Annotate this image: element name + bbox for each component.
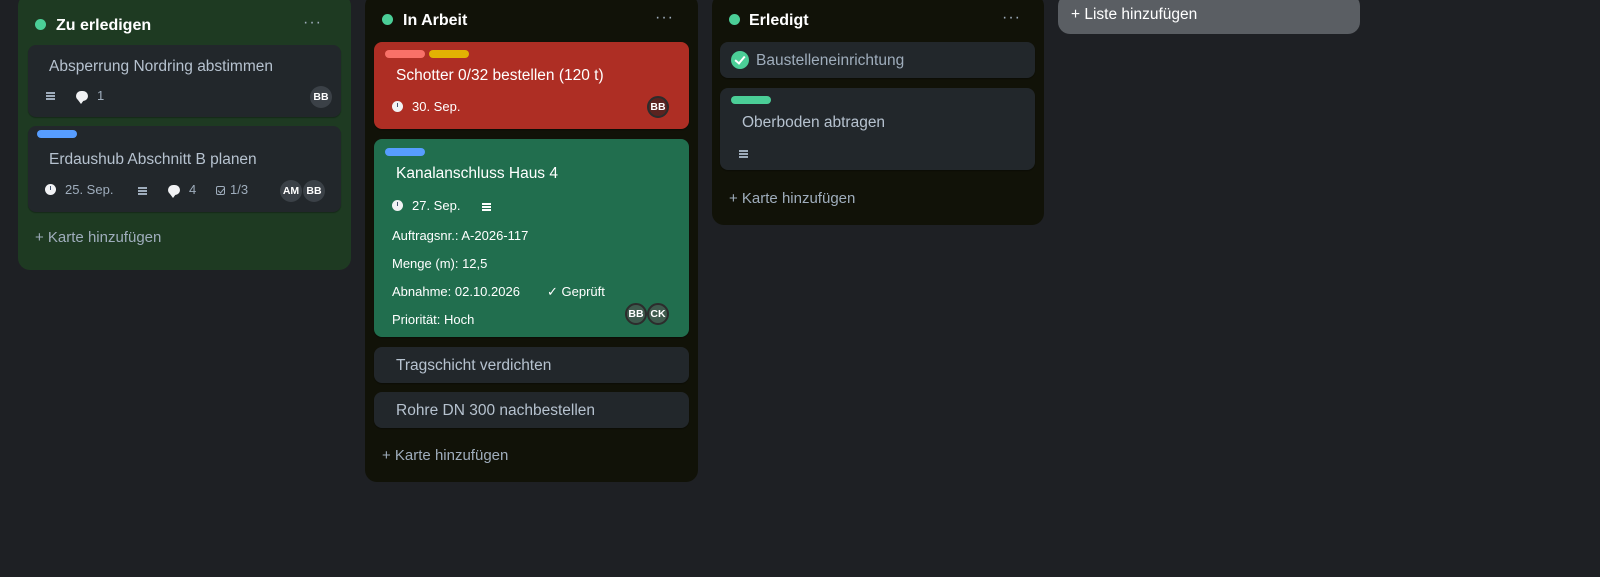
list-erledigt: Erledigt ··· Baustelleneinrichtung Oberb… — [712, 0, 1044, 225]
avatar[interactable]: BB — [625, 303, 647, 325]
due-date: 30. Sep. — [412, 99, 461, 114]
card-title: Tragschicht verdichten — [396, 357, 552, 374]
custom-field-prioritaet: Priorität: Hoch — [392, 312, 475, 327]
custom-field-geprueft: ✓ Geprüft — [547, 284, 605, 299]
comment-icon — [76, 91, 88, 104]
list-header[interactable]: Zu erledigen ··· — [18, 0, 351, 34]
due-date-badge: 30. Sep. — [392, 99, 460, 114]
list-title[interactable]: Erledigt — [749, 12, 809, 30]
clock-icon — [45, 184, 56, 195]
avatar[interactable]: BB — [303, 180, 325, 202]
label-blue[interactable] — [37, 130, 77, 138]
card-title: Baustelleneinrichtung — [756, 52, 905, 69]
add-card-button[interactable]: + Karte hinzufügen — [35, 229, 161, 246]
list-header[interactable]: In Arbeit ··· — [365, 0, 698, 34]
comments-count: 1 — [97, 88, 105, 103]
description-icon — [46, 89, 55, 104]
comment-icon — [168, 185, 180, 198]
status-dot-icon — [382, 14, 393, 25]
description-icon — [482, 200, 491, 215]
label-green[interactable] — [731, 96, 771, 104]
checklist-icon — [216, 186, 225, 195]
list-zu-erledigen: Zu erledigen ··· Absperrung Nordring abs… — [18, 0, 351, 270]
list-title[interactable]: Zu erledigen — [56, 17, 151, 35]
clock-icon — [392, 200, 403, 211]
list-in-arbeit: In Arbeit ··· Schotter 0/32 bestellen (1… — [365, 0, 698, 482]
card-oberboden-abtragen[interactable]: Oberboden abtragen — [720, 88, 1035, 170]
card-kanalanschluss-haus-4[interactable]: Kanalanschluss Haus 4 27. Sep. Auftragsn… — [374, 139, 689, 337]
card-title: Schotter 0/32 bestellen (120 t) — [396, 67, 604, 84]
add-list-label: + Liste hinzufügen — [1071, 6, 1198, 23]
card-absperrung-nordring[interactable]: Absperrung Nordring abstimmen 1 BB — [28, 45, 341, 117]
completed-check-icon[interactable] — [731, 51, 749, 69]
description-icon — [138, 184, 147, 199]
avatar[interactable]: BB — [647, 96, 669, 118]
clock-icon — [392, 101, 403, 112]
list-title[interactable]: In Arbeit — [403, 12, 467, 30]
card-title: Erdaushub Abschnitt B planen — [49, 151, 257, 168]
add-card-button[interactable]: + Karte hinzufügen — [729, 190, 855, 207]
label-blue[interactable] — [385, 148, 425, 156]
due-date: 27. Sep. — [412, 198, 461, 213]
card-title: Kanalanschluss Haus 4 — [396, 165, 558, 182]
list-menu-icon[interactable]: ··· — [655, 9, 674, 27]
card-schotter-bestellen[interactable]: Schotter 0/32 bestellen (120 t) 30. Sep.… — [374, 42, 689, 129]
list-header[interactable]: Erledigt ··· — [712, 0, 1044, 34]
label-red[interactable] — [385, 50, 425, 58]
comments-badge: 4 — [168, 182, 197, 198]
add-card-button[interactable]: + Karte hinzufügen — [382, 447, 508, 464]
card-rohre-dn-300[interactable]: Rohre DN 300 nachbestellen — [374, 392, 689, 428]
checklist-progress: 1/3 — [230, 182, 249, 197]
avatar[interactable]: BB — [310, 86, 332, 108]
checklist-badge: 1/3 — [216, 182, 248, 197]
custom-field-abnahme: Abnahme: 02.10.2026 — [392, 284, 520, 299]
avatar[interactable]: AM — [280, 180, 302, 202]
status-dot-icon — [35, 19, 46, 30]
description-icon — [739, 147, 748, 162]
card-baustelleneinrichtung[interactable]: Baustelleneinrichtung — [720, 42, 1035, 78]
avatar[interactable]: CK — [647, 303, 669, 325]
card-erdaushub-abschnitt-b[interactable]: Erdaushub Abschnitt B planen 25. Sep. 4 … — [28, 126, 341, 212]
card-tragschicht-verdichten[interactable]: Tragschicht verdichten — [374, 347, 689, 383]
list-menu-icon[interactable]: ··· — [303, 14, 322, 32]
custom-field-auftragsnr: Auftragsnr.: A-2026-117 — [392, 228, 529, 243]
comments-count: 4 — [189, 182, 197, 197]
card-title: Absperrung Nordring abstimmen — [49, 58, 273, 75]
due-date: 25. Sep. — [65, 182, 114, 197]
due-date-badge: 25. Sep. — [45, 182, 113, 197]
custom-field-menge: Menge (m): 12,5 — [392, 256, 488, 271]
card-title: Oberboden abtragen — [742, 114, 886, 131]
label-yellow[interactable] — [429, 50, 469, 58]
list-menu-icon[interactable]: ··· — [1002, 9, 1021, 27]
comments-badge: 1 — [76, 88, 105, 104]
card-title: Rohre DN 300 nachbestellen — [396, 402, 596, 419]
status-dot-icon — [729, 14, 740, 25]
due-date-badge: 27. Sep. — [392, 198, 460, 213]
add-list-button[interactable]: + Liste hinzufügen — [1058, 0, 1360, 34]
